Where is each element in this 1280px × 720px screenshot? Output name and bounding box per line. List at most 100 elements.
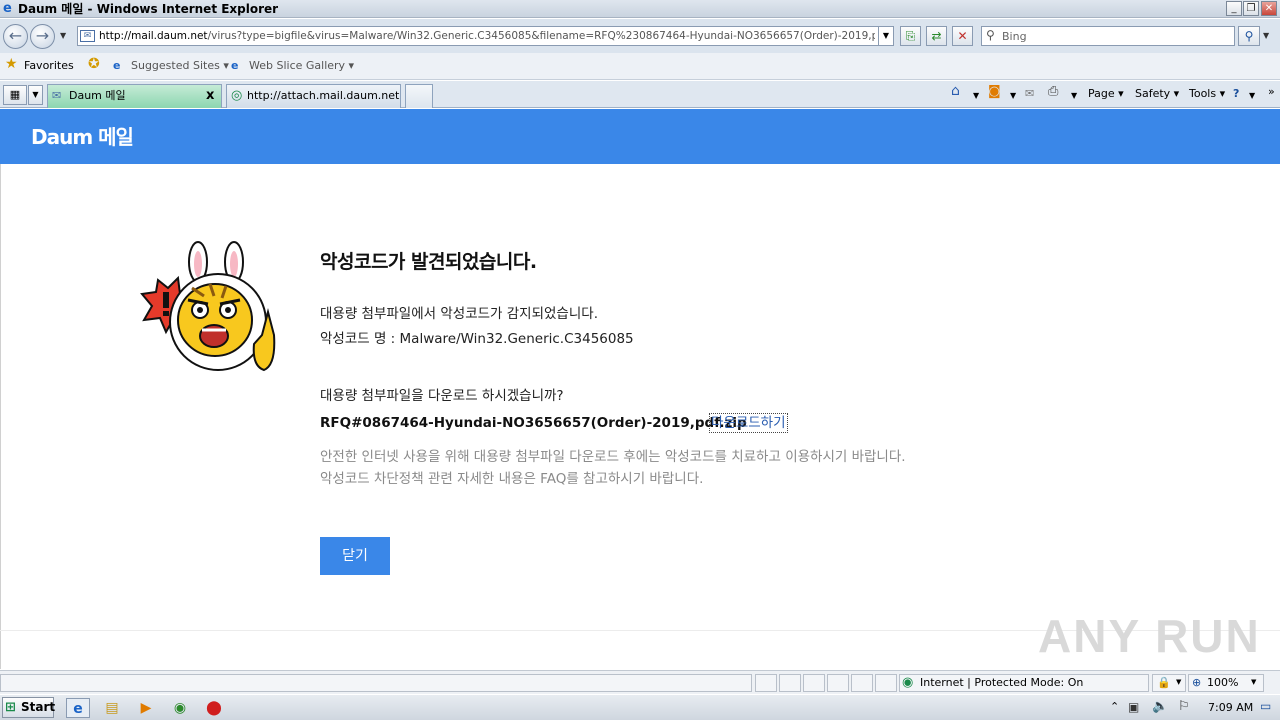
status-cell — [755, 674, 777, 692]
status-bar: ◉ Internet | Protected Mode: On 🔒 ▼ ⊕ 10… — [0, 670, 1280, 694]
address-dropdown-button[interactable]: ▼ — [878, 27, 893, 45]
navigation-bar: ← → ▼ ✉ http://mail.daum.net/virus?type=… — [0, 19, 1280, 53]
quick-tabs-button[interactable]: ▦ — [3, 85, 27, 105]
zoom-dropdown-icon: ▼ — [1251, 678, 1257, 686]
favorites-star-icon: ★ — [5, 56, 18, 72]
zoom-icon: ⊕ — [1192, 676, 1202, 689]
zoom-control[interactable]: ⊕ 100% ▼ — [1188, 674, 1264, 692]
suggested-sites-link[interactable]: Suggested Sites ▾ — [131, 59, 229, 73]
download-link[interactable]: 다운로드하기 — [709, 413, 788, 433]
home-dropdown-icon[interactable]: ▼ — [973, 89, 979, 103]
search-placeholder: Bing — [1002, 30, 1027, 43]
quick-tabs-grid-icon: ▦ — [9, 88, 21, 101]
minimize-button[interactable]: _ — [1226, 1, 1242, 16]
url-host: http://mail.daum.net — [99, 30, 208, 42]
favorites-bar: ★ Favorites ✪ e Suggested Sites ▾ e Web … — [0, 53, 1280, 80]
home-icon[interactable]: ⌂ — [951, 84, 960, 98]
status-cell — [803, 674, 825, 692]
close-page-button[interactable]: 닫기 — [320, 537, 390, 575]
compatibility-view-button[interactable]: ⎘ — [900, 26, 921, 46]
show-desktop-icon[interactable]: ▭ — [1260, 699, 1271, 713]
taskbar-media-player-icon[interactable]: ▶ — [136, 698, 156, 718]
back-button[interactable]: ← — [3, 24, 28, 49]
search-options-dropdown-icon[interactable]: ▼ — [1263, 31, 1269, 40]
security-zone[interactable]: ◉ Internet | Protected Mode: On — [899, 674, 1149, 692]
bing-search-icon: ⚲ — [986, 28, 995, 42]
status-text-area — [0, 674, 752, 692]
status-cell — [779, 674, 801, 692]
tab-attach-mail[interactable]: ◎ http://attach.mail.daum.net... — [226, 84, 401, 108]
detected-message: 대용량 첨부파일에서 악성코드가 감지되었습니다. — [320, 306, 598, 322]
daum-header: Daum 메일 — [0, 109, 1280, 164]
page-title: 악성코드가 발견되었습니다. — [320, 251, 537, 273]
tab-close-button[interactable]: x — [206, 85, 214, 107]
taskbar-chrome-icon[interactable]: ◉ — [170, 698, 190, 718]
new-tab-button[interactable] — [405, 84, 433, 108]
forward-button[interactable]: → — [30, 24, 55, 49]
safety-notice: 안전한 인터넷 사용을 위해 대용량 첨부파일 다운로드 후에는 악성코드를 치… — [320, 449, 906, 465]
tab-label: http://attach.mail.daum.net... — [247, 89, 401, 102]
suggested-sites-ie-icon: e — [113, 59, 121, 72]
feeds-icon[interactable]: ◙ — [988, 85, 1001, 99]
feeds-dropdown-icon[interactable]: ▼ — [1010, 89, 1016, 103]
web-slice-ie-icon: e — [231, 59, 239, 72]
tab-bar: ▦ ▼ ✉ Daum 메일 x ◎ http://attach.mail.dau… — [0, 81, 1280, 108]
add-to-favorites-icon[interactable]: ✪ — [88, 57, 100, 71]
taskbar-explorer-icon[interactable]: ▤ — [102, 698, 122, 718]
status-cell — [851, 674, 873, 692]
ie-logo-icon: e — [3, 1, 12, 16]
start-button[interactable]: ⊞ Start — [2, 697, 55, 718]
recent-pages-dropdown-icon[interactable]: ▼ — [60, 31, 66, 40]
daum-mail-logo[interactable]: Daum 메일 — [31, 125, 134, 149]
tab-daum-mail[interactable]: ✉ Daum 메일 x — [47, 84, 222, 108]
tab-list-chevron-icon: ▼ — [32, 90, 39, 99]
warning-mascot-icon — [140, 241, 276, 372]
print-icon[interactable]: ⎙ — [1048, 85, 1058, 99]
help-dropdown-icon[interactable]: ▼ — [1249, 89, 1255, 103]
tray-expand-icon[interactable]: ⌃ — [1110, 700, 1119, 713]
restore-button[interactable]: ❐ — [1243, 1, 1259, 16]
attachment-filename: RFQ#0867464-Hyundai-NO3656657(Order)-201… — [320, 415, 747, 431]
help-icon[interactable]: ? — [1233, 87, 1239, 101]
read-mail-icon[interactable]: ✉ — [1025, 87, 1034, 101]
protected-mode-button[interactable]: 🔒 ▼ — [1152, 674, 1186, 692]
close-window-button[interactable]: ✕ — [1261, 1, 1277, 16]
toolbar-overflow-icon[interactable]: » — [1268, 85, 1275, 99]
window-title-bar: e Daum 메일 - Windows Internet Explorer _ … — [0, 0, 1280, 18]
mail-tab-icon: ✉ — [52, 89, 62, 102]
address-bar[interactable]: ✉ http://mail.daum.net/virus?type=bigfil… — [77, 26, 894, 46]
stop-button[interactable]: ✕ — [952, 26, 973, 46]
safety-menu[interactable]: Safety ▾ — [1135, 87, 1179, 101]
anyrun-watermark: ANY RUN — [1038, 610, 1261, 662]
taskbar-security-icon[interactable]: ⬤ — [204, 698, 224, 718]
stop-icon: ✕ — [957, 29, 968, 43]
taskbar-ie-icon[interactable]: e — [66, 698, 90, 718]
tab-list-dropdown[interactable]: ▼ — [28, 85, 43, 105]
tray-network-icon[interactable]: ▣ — [1128, 700, 1139, 714]
tray-flag-icon[interactable]: ⚐ — [1178, 699, 1190, 714]
search-input[interactable]: ⚲ Bing — [981, 26, 1235, 46]
address-url[interactable]: http://mail.daum.net/virus?type=bigfile&… — [99, 29, 875, 44]
page-menu[interactable]: Page ▾ — [1088, 87, 1124, 101]
refresh-icon: ⇄ — [931, 29, 942, 43]
lock-icon: 🔒 — [1157, 676, 1171, 689]
refresh-button[interactable]: ⇄ — [926, 26, 947, 46]
forward-arrow-icon: → — [35, 26, 50, 45]
tray-volume-icon[interactable]: 🔈 — [1152, 699, 1168, 714]
status-cell — [827, 674, 849, 692]
search-button[interactable]: ⚲ — [1238, 26, 1260, 46]
internet-globe-icon: ◉ — [902, 675, 914, 690]
download-question: 대용량 첨부파일을 다운로드 하시겠습니까? — [320, 388, 564, 404]
tools-menu[interactable]: Tools ▾ — [1189, 87, 1225, 101]
print-dropdown-icon[interactable]: ▼ — [1071, 89, 1077, 103]
favorites-button[interactable]: Favorites — [24, 59, 74, 73]
taskbar: ⊞ Start e ▤ ▶ ◉ ⬤ ⌃ ▣ 🔈 ⚐ 7:09 AM ▭ — [0, 694, 1280, 720]
web-slice-gallery-link[interactable]: Web Slice Gallery ▾ — [249, 59, 354, 73]
zone-text: Internet | Protected Mode: On — [920, 676, 1084, 689]
malware-name: 악성코드 명 : Malware/Win32.Generic.C3456085 — [320, 331, 634, 347]
faq-notice: 악성코드 차단정책 관련 자세한 내용은 FAQ를 참고하시기 바랍니다. — [320, 471, 704, 487]
status-cell — [875, 674, 897, 692]
back-arrow-icon: ← — [8, 26, 23, 45]
taskbar-clock[interactable]: 7:09 AM — [1208, 701, 1253, 715]
windows-logo-icon: ⊞ — [5, 700, 16, 715]
